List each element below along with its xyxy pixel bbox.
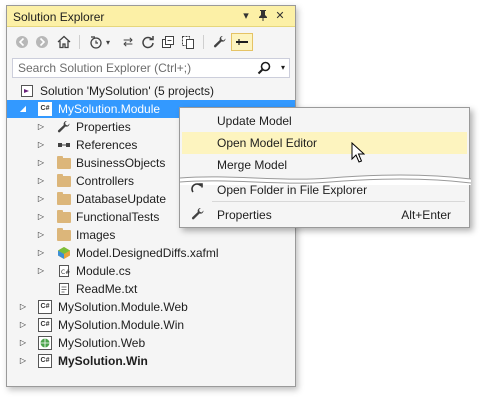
open-folder-arrow-icon — [190, 182, 206, 198]
collapsed-arrow-icon[interactable]: ▷ — [36, 139, 46, 151]
project-label: MySolution.Module — [58, 102, 161, 116]
chevron-down-icon[interactable]: ▾ — [103, 33, 113, 51]
search-options-chevron-icon[interactable]: ▾ — [281, 61, 285, 75]
tree-item-label: References — [76, 138, 138, 152]
wrench-icon — [57, 120, 71, 134]
context-menu: Update Model Open Model Editor Merge Mod… — [179, 107, 471, 228]
collapse-all-icon[interactable] — [159, 33, 177, 51]
project-label: MySolution.Web — [58, 336, 146, 350]
menu-item-label: Properties — [217, 208, 272, 222]
project-label: MySolution.Module.Win — [58, 318, 185, 332]
tree-item-model-designeddiffs[interactable]: ▷ Model.DesignedDiffs.xafml — [7, 244, 295, 262]
menu-item-label: Open Model Editor — [217, 136, 318, 150]
tree-item-label: Controllers — [76, 174, 135, 188]
menu-item-update-model[interactable]: Update Model — [182, 110, 467, 132]
folder-icon — [57, 156, 71, 169]
window-title: Solution Explorer — [13, 10, 105, 24]
collapsed-arrow-icon[interactable]: ▷ — [18, 355, 28, 367]
menu-separator — [212, 201, 465, 202]
back-icon[interactable] — [13, 33, 31, 51]
collapsed-arrow-icon[interactable]: ▷ — [36, 121, 46, 133]
svg-text:C#: C# — [61, 269, 70, 276]
tree-item-label: FunctionalTests — [76, 210, 160, 224]
collapsed-arrow-icon[interactable]: ▷ — [18, 319, 28, 331]
toolbar: ▾ ⇄ — [7, 28, 295, 56]
search-input[interactable] — [13, 59, 253, 77]
collapsed-arrow-icon[interactable]: ▷ — [36, 211, 46, 223]
startup-project-label: MySolution.Win — [58, 354, 148, 368]
project-label: MySolution.Module.Web — [58, 300, 188, 314]
search-box[interactable]: ▾ — [12, 58, 290, 78]
home-icon[interactable] — [55, 33, 73, 51]
tree-item-label: Module.cs — [76, 264, 131, 278]
collapsed-arrow-icon[interactable]: ▷ — [18, 301, 28, 313]
csharp-project-icon: C# — [38, 318, 52, 332]
menu-item-open-model-editor[interactable]: Open Model Editor — [182, 132, 467, 154]
tree-item-module-cs[interactable]: ▷ C# Module.cs — [7, 262, 295, 280]
references-icon — [57, 138, 71, 152]
close-icon[interactable]: ✕ — [273, 9, 287, 23]
collapsed-arrow-icon[interactable]: ▷ — [36, 265, 46, 277]
tree-item-module-win[interactable]: ▷ C# MySolution.Module.Win — [7, 316, 295, 334]
menu-item-label: Open Folder in File Explorer — [217, 183, 368, 197]
menu-item-properties[interactable]: Properties Alt+Enter — [182, 204, 467, 226]
tree-item-images[interactable]: ▷ Images — [7, 226, 295, 244]
collapsed-arrow-icon[interactable]: ▷ — [36, 157, 46, 169]
folder-icon — [57, 192, 71, 205]
collapsed-arrow-icon[interactable]: ▷ — [36, 193, 46, 205]
folder-icon — [57, 228, 71, 241]
preview-selected-items-icon[interactable] — [231, 33, 253, 51]
tree-item-win[interactable]: ▷ C# MySolution.Win — [7, 352, 295, 370]
toolbar-separator — [79, 35, 80, 49]
tree-item-label: Properties — [76, 120, 131, 134]
refresh-icon[interactable] — [139, 33, 157, 51]
tree-item-label: DatabaseUpdate — [76, 192, 167, 206]
pin-icon[interactable] — [256, 9, 270, 23]
model-diffs-icon — [57, 246, 71, 260]
tree-item-solution[interactable]: Solution 'MySolution' (5 projects) — [7, 82, 295, 100]
tree-item-label: BusinessObjects — [76, 156, 166, 170]
solution-icon — [20, 84, 34, 98]
search-icon[interactable] — [257, 61, 271, 75]
folder-icon — [57, 174, 71, 187]
show-all-files-icon[interactable] — [179, 33, 197, 51]
solution-label: Solution 'MySolution' (5 projects) — [40, 84, 214, 98]
mouse-cursor-icon — [351, 142, 365, 163]
csharp-file-icon: C# — [57, 264, 71, 278]
collapsed-arrow-icon[interactable]: ▷ — [18, 337, 28, 349]
text-file-icon — [57, 282, 71, 296]
toolbar-separator — [203, 35, 204, 49]
web-project-icon — [38, 336, 52, 350]
sync-with-document-icon[interactable]: ⇄ — [119, 33, 137, 51]
menu-item-shortcut: Alt+Enter — [401, 208, 451, 222]
wrench-icon — [190, 207, 206, 223]
tree-item-readme[interactable]: ReadMe.txt — [7, 280, 295, 298]
menu-item-open-folder[interactable]: Open Folder in File Explorer — [182, 179, 467, 201]
collapsed-arrow-icon[interactable]: ▷ — [36, 175, 46, 187]
collapsed-arrow-icon[interactable]: ▷ — [36, 229, 46, 241]
expanded-arrow-icon[interactable]: ◢ — [18, 103, 28, 115]
csharp-project-icon: C# — [38, 102, 52, 116]
tree-item-label: ReadMe.txt — [76, 282, 138, 296]
folder-icon — [57, 210, 71, 223]
dropdown-arrow-icon[interactable]: ▾ — [239, 9, 253, 23]
csharp-project-icon: C# — [38, 300, 52, 314]
collapsed-arrow-icon[interactable]: ▷ — [36, 247, 46, 259]
menu-item-label: Update Model — [217, 114, 292, 128]
title-bar: Solution Explorer ▾ ✕ — [7, 6, 295, 27]
forward-icon[interactable] — [33, 33, 51, 51]
tree-item-module-web[interactable]: ▷ C# MySolution.Module.Web — [7, 298, 295, 316]
properties-wrench-icon[interactable] — [211, 33, 229, 51]
tree-item-label: Model.DesignedDiffs.xafml — [76, 246, 219, 260]
csharp-project-icon: C# — [38, 354, 52, 368]
menu-item-label: Merge Model — [217, 158, 288, 172]
tree-item-label: Images — [76, 228, 116, 242]
tree-item-web[interactable]: ▷ MySolution.Web — [7, 334, 295, 352]
